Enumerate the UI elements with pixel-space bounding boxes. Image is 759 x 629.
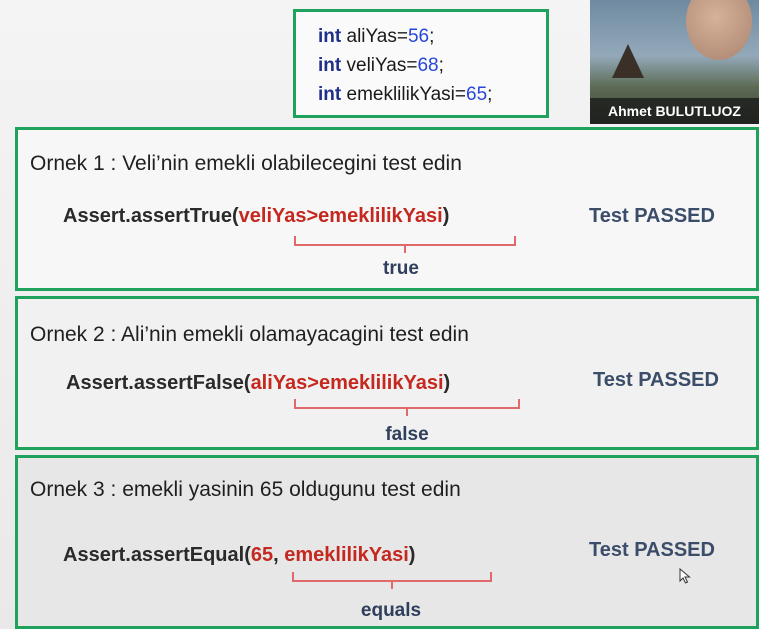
assert-method: Assert.assertTrue(: [63, 205, 239, 227]
variable-name: aliYas: [346, 26, 397, 47]
assert-argument-actual: emeklilikYasi: [284, 544, 409, 566]
assert-statement: Assert.assertEqual(65, emeklilikYasi): [63, 544, 415, 567]
test-status: Test PASSED: [589, 205, 715, 227]
variable-value: 68: [417, 55, 439, 76]
code-line-veliyas: int veliYas=68;: [318, 55, 444, 76]
code-snippet-box: int aliYas=56; int veliYas=68; int emekl…: [293, 9, 549, 118]
presenter-face: [686, 0, 752, 60]
assert-separator: ,: [273, 544, 279, 566]
assert-statement: Assert.assertFalse(aliYas>emeklilikYasi): [66, 372, 450, 395]
variable-value: 65: [466, 84, 488, 105]
evaluation-result: false: [385, 424, 429, 445]
example-title: Ornek 1 : Veli’nin emekli olabilecegini …: [30, 152, 462, 175]
example-3-box: Ornek 3 : emekli yasinin 65 oldugunu tes…: [15, 455, 759, 629]
example-title: Ornek 2 : Ali’nin emekli olamayacagini t…: [30, 323, 469, 346]
webcam-overlay: Ahmet BULUTLUOZ: [590, 0, 759, 124]
type-keyword: int: [318, 55, 342, 76]
variable-name: veliYas: [346, 55, 407, 76]
argument-brace: [294, 236, 516, 253]
assert-close-paren: ): [443, 372, 451, 394]
argument-brace: [294, 399, 520, 416]
presenter-name: Ahmet BULUTLUOZ: [590, 98, 759, 124]
assert-close-paren: ): [442, 205, 450, 227]
argument-brace: [292, 572, 492, 589]
evaluation-result: true: [383, 258, 419, 279]
variable-value: 56: [407, 26, 430, 47]
code-line-aliyas: int aliYas=56;: [318, 26, 435, 47]
code-line-emeklilikyasi: int emeklilikYasi=65;: [318, 84, 493, 105]
assert-argument: aliYas>emeklilikYasi: [250, 372, 444, 394]
example-1-box: Ornek 1 : Veli’nin emekli olabilecegini …: [15, 127, 759, 291]
assert-statement: Assert.assertTrue(veliYas>emeklilikYasi): [63, 205, 449, 228]
type-keyword: int: [318, 84, 342, 105]
windmill-silhouette: [612, 44, 644, 78]
assert-argument-expected: 65: [250, 544, 274, 566]
assert-close-paren: ): [408, 544, 416, 566]
example-title: Ornek 3 : emekli yasinin 65 oldugunu tes…: [30, 478, 461, 501]
mouse-cursor-icon: [679, 568, 691, 584]
type-keyword: int: [318, 26, 342, 47]
assert-method: Assert.assertEqual(: [63, 544, 251, 566]
assert-method: Assert.assertFalse(: [66, 372, 251, 394]
test-status: Test PASSED: [593, 369, 719, 391]
test-status: Test PASSED: [589, 539, 715, 561]
assert-argument: veliYas>emeklilikYasi: [238, 205, 443, 227]
evaluation-result: equals: [360, 600, 422, 621]
example-2-box: Ornek 2 : Ali’nin emekli olamayacagini t…: [15, 296, 759, 450]
variable-name: emeklilikYasi: [346, 84, 455, 105]
